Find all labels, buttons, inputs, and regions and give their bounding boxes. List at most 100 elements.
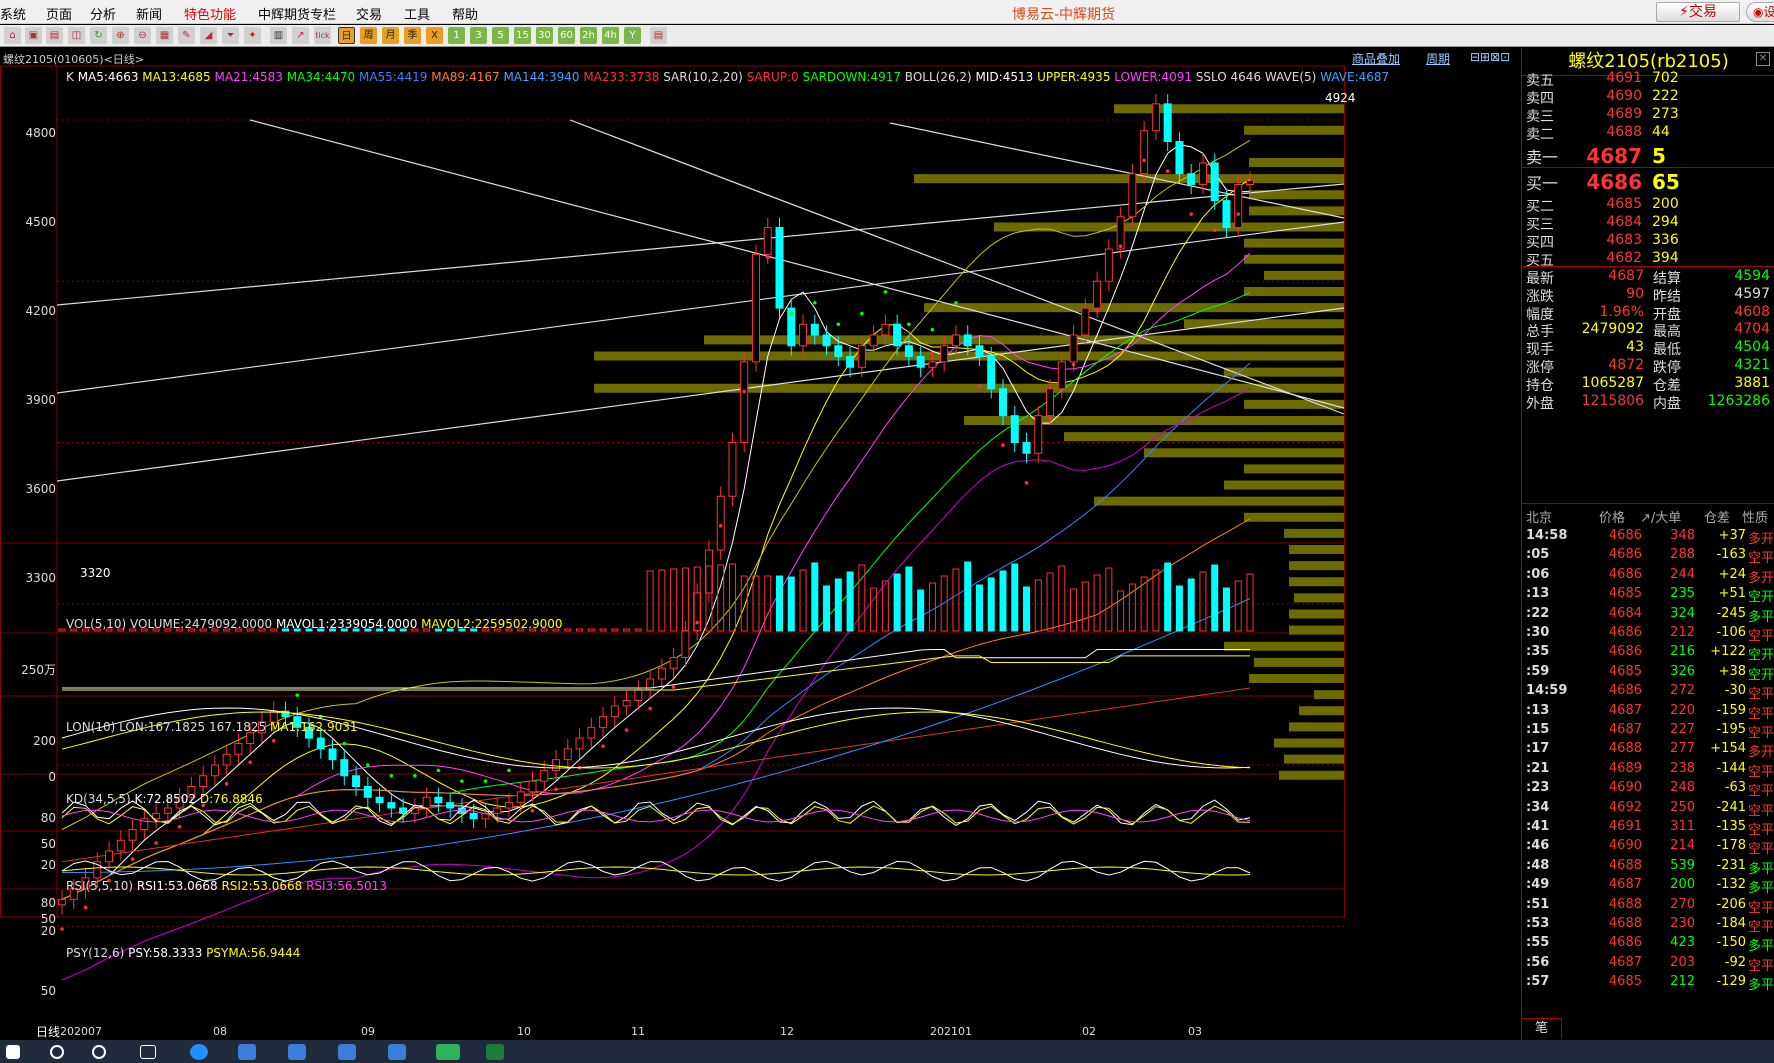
tick-row[interactable]: :53 4688 230 -184 空平 xyxy=(1522,914,1774,935)
tick-row[interactable]: :35 4686 216 +122 空开 xyxy=(1522,642,1774,663)
window-controls-icon[interactable]: ⊟⊞⊠⊡ xyxy=(1470,50,1510,64)
tick-row[interactable]: :21 4689 238 -144 空平 xyxy=(1522,759,1774,780)
period-year-button[interactable]: Y xyxy=(624,27,641,44)
order-book-row[interactable]: 卖三 4689 273 xyxy=(1522,106,1774,126)
filter-icon[interactable]: ⏷ xyxy=(222,27,239,44)
excel-icon[interactable] xyxy=(486,1044,504,1060)
tick-row[interactable]: :48 4688 539 -231 多平 xyxy=(1522,856,1774,877)
tick-row[interactable]: :30 4686 212 -106 空平 xyxy=(1522,623,1774,644)
tick-row[interactable]: :56 4687 203 -92 空平 xyxy=(1522,953,1774,974)
period-15m-button[interactable]: 15 xyxy=(514,27,531,44)
order-book-row[interactable]: 卖二 4688 44 xyxy=(1522,124,1774,144)
tick-row[interactable]: 14:58 4686 348 +37 多开 xyxy=(1522,526,1774,547)
tick-row[interactable]: :51 4688 270 -206 空平 xyxy=(1522,895,1774,916)
tick-row[interactable]: :13 4685 235 +51 空开 xyxy=(1522,584,1774,605)
tick-tp: 4686 xyxy=(1608,528,1642,543)
order-book-row[interactable]: 卖五 4691 702 xyxy=(1522,70,1774,90)
menu-analysis[interactable]: 分析 xyxy=(90,4,116,23)
order-book-row[interactable]: 买二 4685 200 xyxy=(1522,196,1774,216)
windows-start-icon[interactable] xyxy=(6,1045,20,1059)
app1-icon[interactable] xyxy=(238,1044,256,1060)
volume-bar xyxy=(670,568,678,632)
home-icon[interactable]: ⌂ xyxy=(4,27,21,44)
period-30m-button[interactable]: 30 xyxy=(536,27,553,44)
tick-row[interactable]: :34 4692 250 -241 空平 xyxy=(1522,798,1774,819)
tick-row[interactable]: :49 4687 200 -132 多平 xyxy=(1522,875,1774,896)
period-day-button[interactable]: 日 xyxy=(338,27,355,44)
tick-row[interactable]: :55 4686 423 -150 多平 xyxy=(1522,933,1774,954)
tick-row[interactable]: :46 4690 214 -178 空平 xyxy=(1522,836,1774,857)
draw-icon[interactable]: ◢ xyxy=(200,27,217,44)
search-taskbar-icon[interactable] xyxy=(50,1045,64,1059)
menu-system[interactable]: 系统 xyxy=(0,4,26,23)
volume-bar xyxy=(564,628,572,632)
period-3m-button[interactable]: 3 xyxy=(470,27,487,44)
taskbar xyxy=(0,1040,1774,1063)
database-icon[interactable]: ◫ xyxy=(68,27,85,44)
tick-row[interactable]: :59 4685 326 +38 空开 xyxy=(1522,662,1774,683)
menu-trade[interactable]: 交易 xyxy=(356,4,382,23)
calendar-icon[interactable]: ▤ xyxy=(650,27,667,44)
tick-icon[interactable]: tick xyxy=(314,27,331,44)
order-book-row[interactable]: 卖一 4687 5 xyxy=(1522,144,1774,168)
search-button[interactable]: ◉设 xyxy=(1746,2,1774,22)
period-x-button[interactable]: X xyxy=(426,27,443,44)
tick-tp: 4686 xyxy=(1608,547,1642,563)
zoom-out-icon[interactable]: ⊖ xyxy=(134,27,151,44)
order-book-row[interactable]: 买三 4684 294 xyxy=(1522,214,1774,234)
tick-row[interactable]: :41 4691 311 -135 空平 xyxy=(1522,817,1774,838)
period-month-button[interactable]: 月 xyxy=(382,27,399,44)
tick-row[interactable]: :23 4690 248 -63 空平 xyxy=(1522,778,1774,799)
line-chart-icon[interactable]: ↗ xyxy=(292,27,309,44)
menu-help[interactable]: 帮助 xyxy=(452,4,478,23)
period-1m-button[interactable]: 1 xyxy=(448,27,465,44)
edge-icon[interactable] xyxy=(190,1044,208,1060)
tab-ticks[interactable]: 笔 xyxy=(1522,1018,1562,1038)
wechat-icon[interactable] xyxy=(436,1044,460,1060)
app3-icon[interactable] xyxy=(338,1044,356,1060)
indicator-icon[interactable]: ✦ xyxy=(244,27,261,44)
task-view-icon[interactable] xyxy=(140,1045,156,1059)
tick-row[interactable]: :17 4688 277 +154 多开 xyxy=(1522,739,1774,760)
period-4h-button[interactable]: 4h xyxy=(602,27,619,44)
order-book-row[interactable]: 买四 4683 336 xyxy=(1522,232,1774,252)
period-link[interactable]: 周期 xyxy=(1426,50,1450,67)
window-icon[interactable]: ▦ xyxy=(156,27,173,44)
zoom-in-icon[interactable]: ⊕ xyxy=(112,27,129,44)
tick-row[interactable]: 14:59 4686 272 -30 空平 xyxy=(1522,681,1774,702)
overlay-link[interactable]: 商品叠加 xyxy=(1352,50,1400,67)
tick-row[interactable]: :22 4684 324 -245 多平 xyxy=(1522,604,1774,625)
cortana-icon[interactable] xyxy=(92,1045,106,1059)
close-panel-icon[interactable]: ✕ xyxy=(1756,52,1770,66)
candle-body xyxy=(599,716,608,728)
volume-profile-bar xyxy=(1249,674,1344,683)
period-week-button[interactable]: 周 xyxy=(360,27,377,44)
menu-features[interactable]: 特色功能 xyxy=(184,4,236,23)
order-book-row[interactable]: 买一 4686 65 xyxy=(1522,170,1774,194)
tick-row[interactable]: :06 4686 244 +24 多开 xyxy=(1522,565,1774,586)
tick-row[interactable]: :57 4685 212 -129 多平 xyxy=(1522,972,1774,993)
menu-tools[interactable]: 工具 xyxy=(404,4,430,23)
order-book-label: 卖五 xyxy=(1526,73,1554,89)
candle-body xyxy=(434,796,443,804)
table-icon[interactable]: ▥ xyxy=(270,27,287,44)
tick-row[interactable]: :15 4687 227 -195 空平 xyxy=(1522,720,1774,741)
menu-zhonghui-column[interactable]: 中辉期货专栏 xyxy=(258,4,336,23)
menu-news[interactable]: 新闻 xyxy=(136,4,162,23)
period-2h-button[interactable]: 2h xyxy=(580,27,597,44)
folder-icon[interactable]: ▤ xyxy=(46,27,63,44)
tick-row[interactable]: :05 4686 288 -163 空平 xyxy=(1522,545,1774,566)
pen-icon[interactable]: ✎ xyxy=(178,27,195,44)
period-quarter-button[interactable]: 季 xyxy=(404,27,421,44)
menu-page[interactable]: 页面 xyxy=(46,4,72,23)
tick-row[interactable]: :13 4687 220 -159 空平 xyxy=(1522,701,1774,722)
period-5m-button[interactable]: 5 xyxy=(492,27,509,44)
order-book-row[interactable]: 卖四 4690 222 xyxy=(1522,88,1774,108)
app4-icon[interactable] xyxy=(388,1044,406,1060)
refresh-icon[interactable]: ↻ xyxy=(90,27,107,44)
trade-button[interactable]: ⚡交易 xyxy=(1656,2,1740,22)
order-book-row[interactable]: 买五 4682 394 xyxy=(1522,250,1774,270)
house-icon[interactable]: ▣ xyxy=(25,27,42,44)
period-60m-button[interactable]: 60 xyxy=(558,27,575,44)
app2-icon[interactable] xyxy=(288,1044,306,1060)
